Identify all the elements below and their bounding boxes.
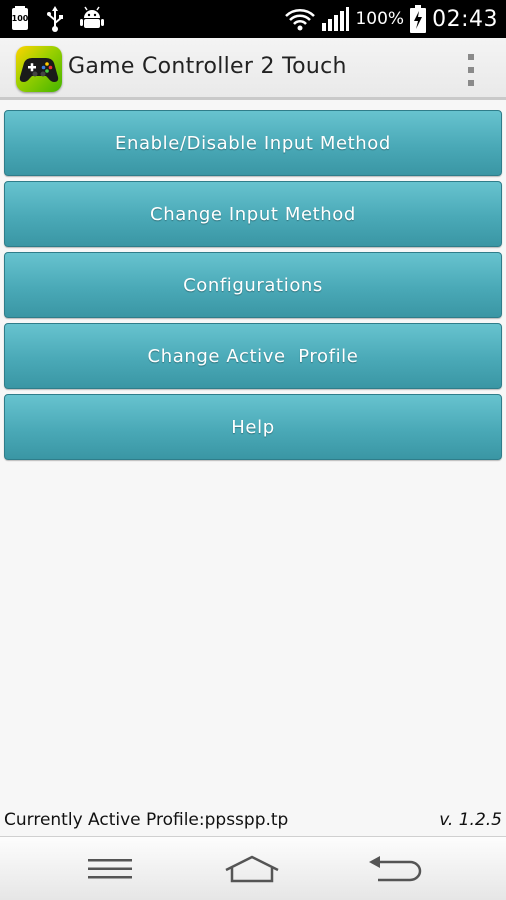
clock: 02:43 — [432, 6, 498, 32]
battery-charging-icon — [410, 5, 427, 33]
main-menu: Enable/Disable Input Method Change Input… — [4, 110, 502, 465]
help-button[interactable]: Help — [4, 394, 502, 460]
menu-icon[interactable] — [80, 847, 140, 891]
status-bar: 100 100% 02:43 — [0, 0, 506, 38]
status-bar-right: 100% 02:43 — [285, 0, 498, 38]
overflow-dot — [468, 54, 474, 60]
configurations-button[interactable]: Configurations — [4, 252, 502, 318]
footer: Currently Active Profile:ppsspp.tp v. 1.… — [0, 808, 506, 836]
storage-icon: 100 — [10, 6, 30, 32]
back-icon[interactable] — [364, 847, 424, 891]
action-bar: Game Controller 2 Touch — [0, 38, 506, 100]
signal-icon — [321, 7, 350, 31]
change-input-method-button[interactable]: Change Input Method — [4, 181, 502, 247]
navigation-bar — [0, 836, 506, 900]
active-profile-text: Currently Active Profile:ppsspp.tp — [4, 810, 289, 830]
wifi-icon — [285, 7, 316, 31]
usb-icon — [46, 6, 64, 32]
gamepad-icon[interactable] — [16, 46, 62, 92]
home-icon[interactable] — [222, 847, 282, 891]
overflow-dot — [468, 80, 474, 86]
overflow-dot — [468, 67, 474, 73]
change-active-profile-button[interactable]: Change Active Profile — [4, 323, 502, 389]
overflow-menu-icon[interactable] — [464, 54, 478, 86]
app-title: Game Controller 2 Touch — [68, 54, 347, 79]
notification-badge: 100 — [11, 14, 29, 23]
android-debug-icon — [80, 6, 104, 32]
status-bar-left: 100 — [10, 6, 104, 32]
enable-disable-input-method-button[interactable]: Enable/Disable Input Method — [4, 110, 502, 176]
battery-percent: 100% — [355, 9, 405, 29]
version-text: v. 1.2.5 — [439, 810, 502, 830]
